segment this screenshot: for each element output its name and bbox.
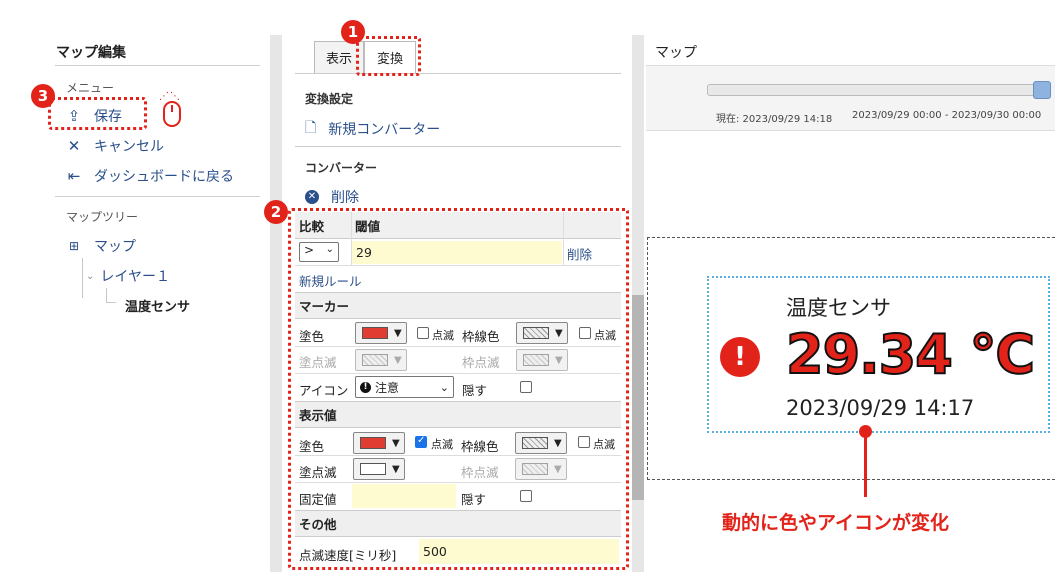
widget-title: 温度センサ — [786, 296, 891, 320]
highlight-tab-convert — [356, 36, 421, 76]
divider — [295, 73, 621, 74]
pointer-line — [864, 437, 867, 497]
tab-display-label: 表示 — [325, 52, 352, 67]
step-badge-2: 2 — [264, 200, 288, 224]
divider — [55, 196, 260, 197]
highlight-converter-table — [288, 208, 629, 570]
delete-label: 削除 — [331, 190, 359, 206]
tree-line — [82, 258, 83, 298]
delete-circle-icon: ✕ — [305, 190, 319, 204]
back-arrow-icon: ⇤ — [67, 167, 81, 185]
cancel-button[interactable]: ✕ キャンセル — [66, 136, 164, 156]
back-to-dashboard-button[interactable]: ⇤ ダッシュボードに戻る — [66, 166, 234, 186]
back-label: ダッシュボードに戻る — [94, 169, 234, 185]
annotation-note: 動的に色やアイコンが変化 — [722, 512, 950, 534]
splitter-left[interactable] — [270, 35, 282, 572]
click-rays-icon: ⋰⋱ — [159, 91, 181, 102]
sidebar-title: マップ編集 — [56, 45, 126, 61]
current-time: 現在: 2023/09/29 14:18 — [716, 114, 833, 125]
convert-settings-heading: 変換設定 — [305, 92, 354, 106]
new-converter-label: 新規コンバーター — [328, 122, 441, 138]
tree-line — [106, 302, 116, 303]
time-slider[interactable] — [707, 84, 1043, 96]
mouse-click-icon — [163, 101, 181, 127]
sensor-value: 29.34 ℃ — [785, 323, 1036, 386]
chevron-down-icon: ⌄ — [86, 270, 95, 282]
sensor-timestamp: 2023/09/29 14:17 — [786, 396, 975, 420]
divider — [55, 65, 260, 66]
time-slider-handle[interactable] — [1033, 81, 1051, 99]
highlight-save — [48, 97, 147, 130]
delete-converter-button[interactable]: ✕ 削除 — [305, 187, 359, 207]
step-badge-1: 1 — [341, 20, 365, 44]
tree-node-layer[interactable]: ⌄ レイヤー１ — [86, 266, 170, 286]
menu-label: メニュー — [66, 81, 115, 95]
time-range: 2023/09/29 00:00 - 2023/09/30 00:00 — [852, 110, 1042, 121]
new-converter-button[interactable]: 🗋 新規コンバーター — [305, 117, 440, 141]
tree-node-map[interactable]: ⊞ マップ — [66, 236, 136, 256]
step-badge-3: 3 — [31, 84, 55, 108]
converter-heading: コンバーター — [305, 161, 378, 175]
alert-icon: ! — [720, 337, 760, 377]
cancel-label: キャンセル — [94, 139, 164, 155]
tree-node-sensor[interactable]: 温度センサ — [125, 296, 190, 315]
tree-root-label: マップ — [94, 239, 136, 255]
map-tree-label: マップツリー — [66, 210, 139, 224]
tree-icon: ⊞ — [68, 239, 80, 253]
document-icon: 🗋 — [305, 120, 317, 136]
divider — [295, 146, 621, 147]
map-panel-title: マップ — [655, 45, 697, 61]
tree-line — [106, 288, 107, 302]
scrollbar-thumb[interactable] — [632, 295, 644, 500]
close-icon: ✕ — [67, 137, 81, 155]
layer-label: レイヤー１ — [100, 269, 170, 285]
timeline-bar — [646, 65, 1055, 131]
